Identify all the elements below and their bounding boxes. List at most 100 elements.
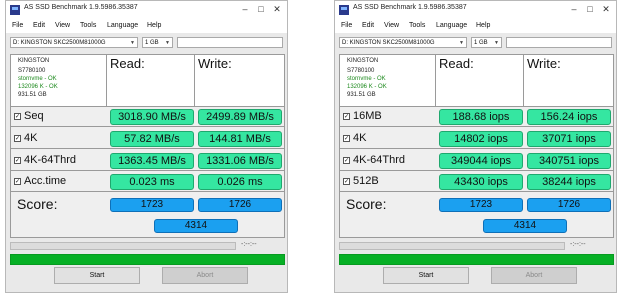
score-write: 1726 [198, 198, 282, 212]
menu-view[interactable]: View [55, 22, 70, 29]
progress-area: -:--:-- [339, 240, 614, 252]
row-label: Seq [24, 110, 44, 122]
read-result: 3018.90 MB/s [110, 109, 194, 125]
extra-field[interactable] [177, 37, 283, 48]
score-label: Score: [17, 196, 58, 212]
read-result: 43430 iops [439, 174, 523, 190]
window-title: AS SSD Benchmark 1.9.5986.35387 [353, 4, 467, 11]
menu-file[interactable]: File [12, 22, 23, 29]
drive-select[interactable]: D: KINGSTON SKC2500M81000G ▼ [339, 37, 467, 48]
title-bar: AS SSD Benchmark 1.9.5986.35387 – □ ✕ [6, 1, 287, 19]
size-select[interactable]: 1 GB ▼ [142, 37, 173, 48]
row-checkbox[interactable]: ✓ [343, 135, 350, 142]
menu-bar: File Edit View Tools Language Help [6, 19, 287, 33]
drive-select-value: D: KINGSTON SKC2500M81000G [13, 40, 106, 46]
progress-area: -:--:-- [10, 240, 285, 252]
read-result: 188.68 iops [439, 109, 523, 125]
results-panel: KINGSTON S7780100 stornvme - OK 132096 K… [10, 54, 285, 238]
read-column-header: Read: [107, 55, 195, 107]
row-checkbox[interactable]: ✓ [343, 157, 350, 164]
chevron-down-icon: ▼ [494, 40, 499, 46]
read-result: 0.023 ms [110, 174, 194, 190]
chevron-down-icon: ▼ [130, 40, 135, 46]
drive-info: KINGSTON S7780100 stornvme - OK 132096 K… [340, 55, 436, 107]
benchmark-window-iops: AS SSD Benchmark 1.9.5986.35387 – □ ✕ Fi… [334, 0, 617, 293]
size-select[interactable]: 1 GB ▼ [471, 37, 502, 48]
drive-name: KINGSTON [18, 58, 50, 64]
write-result: 156.24 iops [527, 109, 611, 125]
abort-button[interactable]: Abort [162, 267, 248, 284]
start-button[interactable]: Start [383, 267, 469, 284]
time-display: -:--:-- [241, 241, 257, 248]
score-read: 1723 [439, 198, 523, 212]
extra-field[interactable] [506, 37, 612, 48]
drive-name: KINGSTON [347, 58, 379, 64]
row-divider [340, 170, 613, 171]
write-result: 144.81 MB/s [198, 131, 282, 147]
overall-progress-bar [10, 254, 285, 265]
size-select-value: 1 GB [145, 40, 159, 46]
write-result: 340751 iops [527, 153, 611, 169]
test-progress-bar [10, 242, 236, 250]
row-label: 16MB [353, 110, 382, 122]
row-checkbox[interactable]: ✓ [14, 157, 21, 164]
menu-tools[interactable]: Tools [409, 22, 425, 29]
abort-button[interactable]: Abort [491, 267, 577, 284]
write-column-header: Write: [524, 55, 613, 107]
benchmark-window-mbs: AS SSD Benchmark 1.9.5986.35387 – □ ✕ Fi… [5, 0, 288, 293]
toolbar: D: KINGSTON SKC2500M81000G ▼ 1 GB ▼ [6, 34, 287, 52]
drive-firmware: S7780100 [18, 68, 46, 74]
row-checkbox[interactable]: ✓ [14, 135, 21, 142]
row-label: 4K-64Thrd [353, 154, 405, 166]
drive-capacity: 931.51 GB [18, 92, 47, 98]
time-display: -:--:-- [570, 241, 586, 248]
toolbar: D: KINGSTON SKC2500M81000G ▼ 1 GB ▼ [335, 34, 616, 52]
drive-info: KINGSTON S7780100 stornvme - OK 132096 K… [11, 55, 107, 107]
start-button[interactable]: Start [54, 267, 140, 284]
drive-firmware: S7780100 [347, 68, 375, 74]
size-select-value: 1 GB [474, 40, 488, 46]
menu-tools[interactable]: Tools [80, 22, 96, 29]
score-total: 4314 [483, 219, 567, 233]
menu-edit[interactable]: Edit [33, 22, 45, 29]
menu-bar: File Edit View Tools Language Help [335, 19, 616, 33]
read-result: 1363.45 MB/s [110, 153, 194, 169]
menu-file[interactable]: File [341, 22, 352, 29]
menu-edit[interactable]: Edit [362, 22, 374, 29]
minimize-icon[interactable]: – [237, 3, 253, 16]
row-checkbox[interactable]: ✓ [14, 113, 21, 120]
score-read: 1723 [110, 198, 194, 212]
row-label: 4K [353, 132, 367, 144]
write-result: 1331.06 MB/s [198, 153, 282, 169]
drive-select[interactable]: D: KINGSTON SKC2500M81000G ▼ [10, 37, 138, 48]
row-divider [11, 191, 284, 192]
write-result: 37071 iops [527, 131, 611, 147]
score-label: Score: [346, 196, 387, 212]
row-checkbox[interactable]: ✓ [343, 113, 350, 120]
close-icon[interactable]: ✕ [269, 3, 285, 16]
row-divider [340, 191, 613, 192]
write-column-header: Write: [195, 55, 284, 107]
title-bar: AS SSD Benchmark 1.9.5986.35387 – □ ✕ [335, 1, 616, 19]
alignment-status: 132096 K - OK [18, 84, 58, 90]
write-result: 0.026 ms [198, 174, 282, 190]
close-icon[interactable]: ✕ [598, 3, 614, 16]
row-checkbox[interactable]: ✓ [343, 178, 350, 185]
row-label: 512B [353, 175, 379, 187]
alignment-status: 132096 K - OK [347, 84, 387, 90]
chevron-down-icon: ▼ [459, 40, 464, 46]
maximize-icon[interactable]: □ [582, 3, 598, 16]
score-write: 1726 [527, 198, 611, 212]
maximize-icon[interactable]: □ [253, 3, 269, 16]
read-column-header: Read: [436, 55, 524, 107]
minimize-icon[interactable]: – [566, 3, 582, 16]
drive-select-value: D: KINGSTON SKC2500M81000G [342, 40, 435, 46]
menu-help[interactable]: Help [147, 22, 161, 29]
menu-language[interactable]: Language [107, 22, 138, 29]
app-icon [10, 5, 20, 15]
row-checkbox[interactable]: ✓ [14, 178, 21, 185]
menu-view[interactable]: View [384, 22, 399, 29]
window-title: AS SSD Benchmark 1.9.5986.35387 [24, 4, 138, 11]
menu-language[interactable]: Language [436, 22, 467, 29]
menu-help[interactable]: Help [476, 22, 490, 29]
